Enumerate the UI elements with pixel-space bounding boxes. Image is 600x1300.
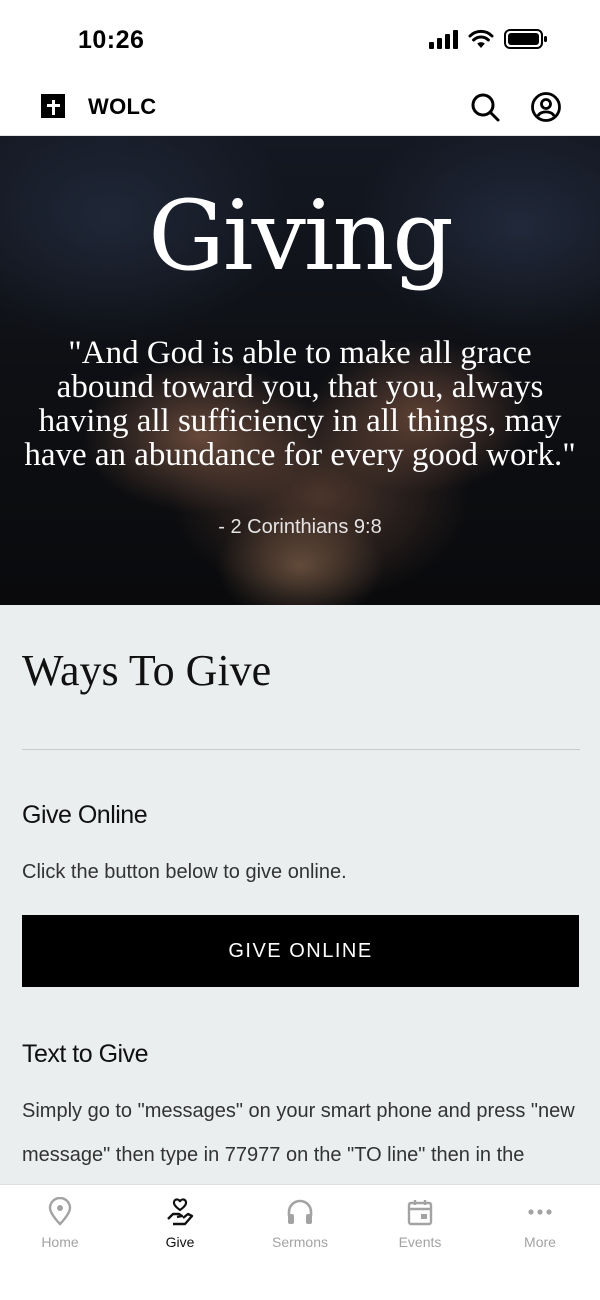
divider [22, 749, 580, 750]
give-online-title: Give Online [22, 801, 148, 829]
tab-label: Events [398, 1234, 442, 1250]
tab-more[interactable]: More [480, 1185, 600, 1265]
status-icons [429, 28, 548, 50]
more-dots-icon [528, 1209, 552, 1215]
ways-to-give-section: Ways To Give Give Online Click the butto… [0, 605, 600, 1185]
status-bar: 10:26 [0, 0, 600, 78]
account-icon[interactable] [530, 91, 562, 123]
text-to-give-text: Simply go to "messages" on your smart ph… [22, 1100, 575, 1166]
tab-events[interactable]: Events [360, 1185, 480, 1265]
tab-home[interactable]: Home [0, 1185, 120, 1265]
tab-label: Home [41, 1234, 79, 1250]
wifi-icon [468, 29, 494, 48]
tab-label: Sermons [271, 1234, 329, 1250]
battery-icon [504, 29, 547, 49]
app-name[interactable]: WOLC [88, 94, 156, 120]
section-title: Ways To Give [22, 646, 272, 695]
cellular-signal-icon [429, 29, 458, 49]
hero-scripture-quote: "And God is able to make all grace aboun… [24, 335, 576, 473]
tab-give[interactable]: Give [120, 1185, 240, 1265]
give-online-button[interactable]: GIVE ONLINE [22, 915, 579, 987]
status-time: 10:26 [78, 26, 145, 54]
app-header: WOLC [0, 78, 600, 136]
give-online-text: Click the button below to give online. [22, 861, 347, 883]
tab-label: Give [165, 1234, 195, 1250]
hand-heart-icon [167, 1198, 194, 1226]
location-pin-icon [48, 1197, 72, 1226]
hero-scripture-reference: - 2 Corinthians 9:8 [218, 516, 382, 538]
headphones-icon [287, 1199, 313, 1224]
hero-title: Giving [148, 180, 454, 292]
bottom-tab-bar: Home Give Sermons Events More [0, 1184, 600, 1300]
search-icon[interactable] [469, 91, 501, 123]
text-to-give-title: Text to Give [22, 1040, 149, 1068]
calendar-icon [407, 1200, 433, 1226]
tab-sermons[interactable]: Sermons [240, 1185, 360, 1265]
church-cross-logo[interactable] [41, 94, 65, 118]
tab-label: More [524, 1234, 556, 1250]
giving-hero-banner: Giving "And God is able to make all grac… [0, 136, 600, 605]
